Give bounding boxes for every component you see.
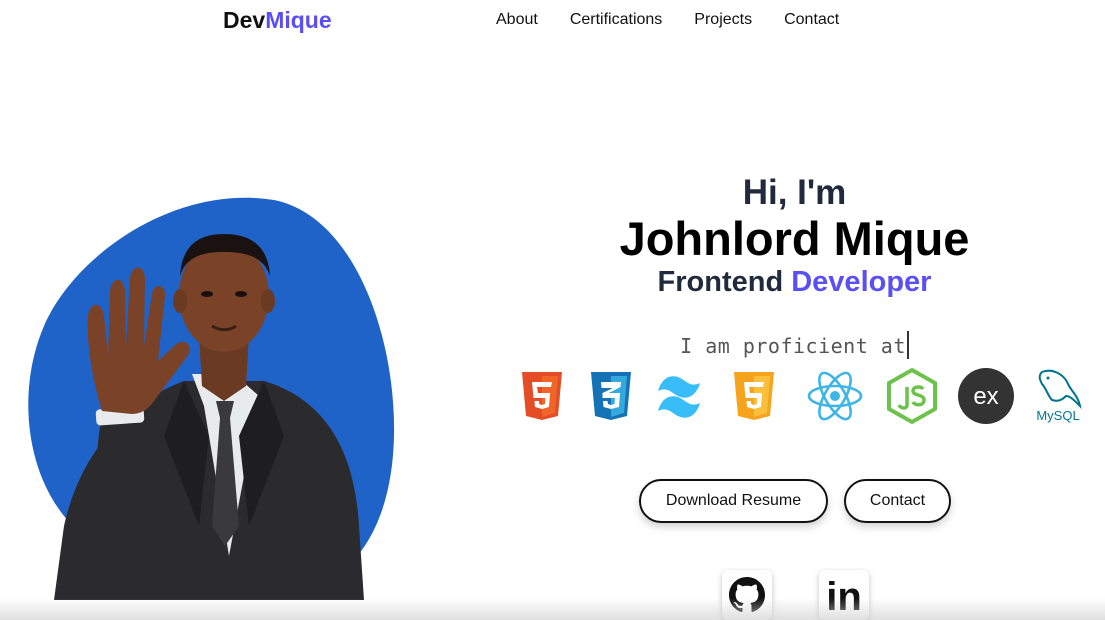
role-main: Frontend [657, 266, 784, 298]
github-link[interactable] [722, 570, 772, 620]
contact-button[interactable]: Contact [844, 479, 951, 523]
download-resume-button[interactable]: Download Resume [639, 479, 828, 523]
typing-caret [906, 331, 909, 359]
svg-text:ex: ex [973, 383, 998, 410]
mysql-label: MySQL [1036, 408, 1079, 423]
logo-accent: Mique [265, 7, 332, 33]
tailwind-icon [649, 366, 709, 426]
mysql-icon: MySQL [1026, 366, 1090, 426]
react-icon [805, 366, 865, 426]
express-icon: ex [956, 366, 1016, 426]
linkedin-icon: in [826, 575, 862, 615]
skills-row: ex MySQL [512, 366, 1092, 428]
bottom-fade [0, 598, 1105, 620]
role-accent: Developer [791, 266, 932, 298]
nav-certifications[interactable]: Certifications [570, 11, 662, 29]
linkedin-link[interactable]: in [819, 570, 869, 620]
greeting-heading: Hi, I'm [742, 173, 847, 212]
javascript-icon [724, 366, 784, 426]
linkedin-label: in [826, 575, 862, 615]
name-heading: Johnlord Mique [619, 212, 970, 265]
typed-text-content: I am proficient at [680, 334, 906, 358]
nav-contact[interactable]: Contact [784, 11, 839, 29]
nodejs-icon [882, 366, 942, 426]
role-heading: Frontend Developer [0, 266, 1105, 299]
portfolio-page: DevMique About Certifications Projects C… [0, 0, 1105, 620]
html5-icon [512, 366, 572, 426]
css3-icon [581, 366, 641, 426]
github-icon [729, 577, 765, 613]
typed-text: I am proficient at [0, 331, 1105, 359]
main-nav: About Certifications Projects Contact [496, 11, 839, 29]
nav-projects[interactable]: Projects [694, 11, 752, 29]
nav-about[interactable]: About [496, 11, 538, 29]
site-logo[interactable]: DevMique [223, 7, 332, 34]
logo-main: Dev [223, 7, 266, 33]
